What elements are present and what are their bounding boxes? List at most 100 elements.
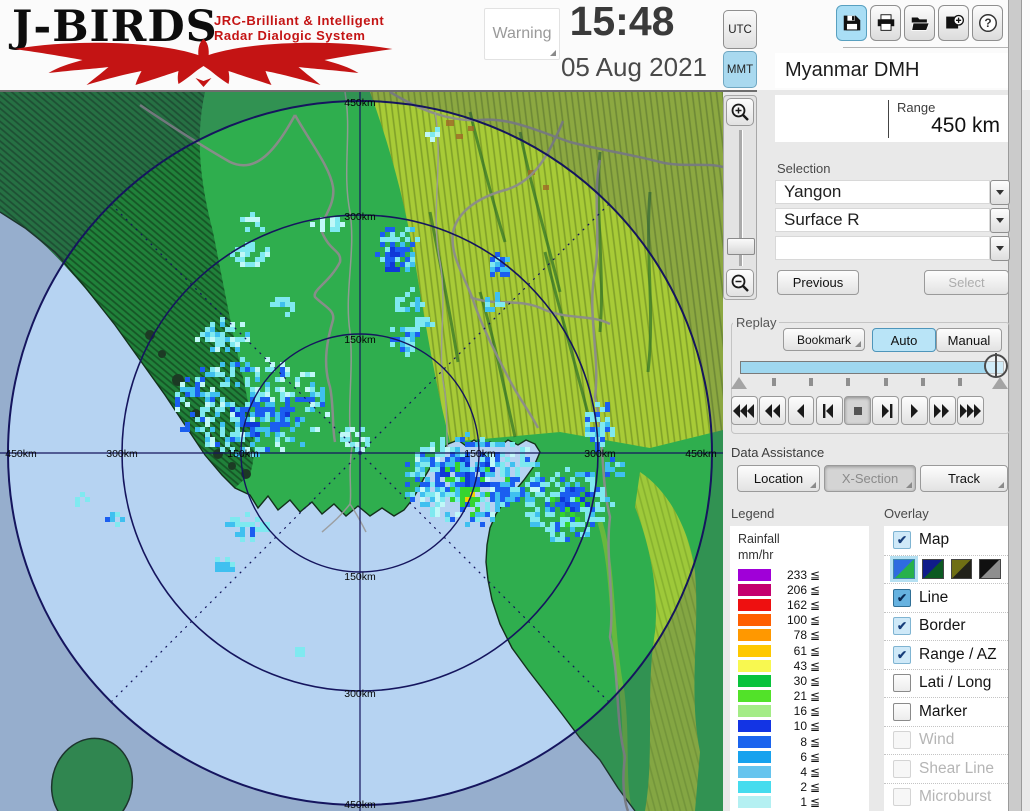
timezone-mmt-button[interactable]: MMT [723, 51, 757, 88]
logo-subtitle-line1: JRC-Brilliant & Intelligent [214, 13, 385, 28]
site-select-arrow-icon[interactable] [990, 180, 1010, 205]
product-select[interactable]: Surface R [775, 208, 990, 232]
open-file-icon[interactable] [904, 5, 935, 41]
overlay-item-label: Line [919, 588, 949, 606]
radar-map-canvas: 450km 300km 150km 150km 300km 450km 450km 300km… [0, 90, 724, 811]
overlay-item-range-az[interactable]: ✔ Range / AZ [884, 640, 1008, 669]
fast-forward-triple-icon[interactable] [957, 396, 985, 425]
overlay-item-microburst[interactable]: Microburst [884, 782, 1008, 811]
map-style-dark-terrain[interactable] [921, 559, 944, 580]
overlay-item-border[interactable]: ✔ Border [884, 611, 1008, 641]
legend-value: 21 [793, 689, 807, 704]
checkbox-icon[interactable] [893, 702, 911, 721]
range-ring-label: 150km [344, 334, 376, 346]
playback-controls [731, 396, 985, 425]
overlay-item-marker[interactable]: Marker [884, 697, 1008, 726]
legend-value: 16 [793, 704, 807, 719]
map-style-grayscale[interactable] [979, 559, 1001, 580]
overlay-item-line[interactable]: ✔ Line [884, 583, 1008, 612]
checkbox-icon[interactable]: ✔ [893, 531, 911, 550]
bookmark-button[interactable]: Bookmark [783, 328, 865, 351]
j-birds-app: J-BIRDS JRC-Brilliant & Intelligent Rada… [0, 0, 1030, 811]
checkbox-icon[interactable]: ✔ [893, 617, 911, 636]
map-style-olive[interactable] [950, 559, 973, 580]
product-select-arrow-icon[interactable] [990, 208, 1010, 233]
legend-leq-symbol: ≦ [810, 780, 821, 795]
overlay-item-label: Range / AZ [919, 645, 997, 663]
legend-row: 16 ≦ [730, 704, 869, 719]
legend-color-swatch [738, 781, 771, 794]
play-icon[interactable] [900, 396, 928, 425]
manual-mode-button[interactable]: Manual [936, 328, 1002, 352]
replay-slider-start-marker[interactable] [731, 377, 747, 389]
panel-splitter[interactable] [1008, 0, 1022, 811]
overlay-item-label: Wind [919, 731, 955, 749]
legend-leq-symbol: ≦ [810, 673, 821, 688]
legend-value: 6 [800, 749, 807, 764]
replay-slider-track[interactable] [740, 361, 1004, 374]
skip-to-end-icon[interactable] [872, 396, 900, 425]
checkbox-icon[interactable]: ✔ [893, 588, 911, 607]
overlay-item-shear-line[interactable]: Shear Line [884, 754, 1008, 783]
legend-row: 30 ≦ [730, 673, 869, 688]
print-icon[interactable] [870, 5, 901, 41]
legend-leq-symbol: ≦ [810, 689, 821, 704]
overlay-item-label: Lati / Long [919, 674, 992, 692]
legend-value: 233 [786, 567, 807, 582]
overlay-item-map[interactable]: ✔ Map [884, 526, 1008, 555]
capture-icon[interactable] [938, 5, 969, 41]
checkbox-icon[interactable] [893, 731, 911, 750]
fast-rewind-triple-icon[interactable] [731, 396, 758, 425]
extra-select-arrow-icon[interactable] [990, 236, 1010, 261]
x-section-button[interactable]: X-Section [824, 465, 916, 492]
fast-forward-icon[interactable] [928, 396, 956, 425]
clock-date: 05 Aug 2021 [560, 52, 708, 82]
range-value: 450 km [931, 114, 1000, 137]
slider-tick [772, 378, 776, 386]
help-icon[interactable]: ? [972, 5, 1003, 41]
legend-value: 8 [800, 734, 807, 749]
legend-color-swatch [738, 766, 771, 779]
replay-slider-thumb[interactable] [984, 353, 1008, 378]
step-back-icon[interactable] [787, 396, 815, 425]
map-style-terrain[interactable] [893, 559, 915, 580]
overlay-item-wind[interactable]: Wind [884, 725, 1008, 755]
zoom-slider-thumb[interactable] [727, 238, 755, 255]
previous-button[interactable]: Previous [777, 270, 859, 295]
track-button[interactable]: Track [920, 465, 1008, 492]
checkbox-icon[interactable] [893, 788, 911, 807]
overlay-item-lati-long[interactable]: Lati / Long [884, 668, 1008, 698]
data-assistance-label: Data Assistance [731, 445, 825, 460]
replay-slider-end-marker[interactable] [992, 377, 1008, 389]
slider-tick [809, 378, 813, 386]
range-display: Range 450 km [775, 95, 1008, 142]
zoom-out-icon[interactable] [726, 269, 754, 297]
skip-to-start-icon[interactable] [815, 396, 843, 425]
auto-mode-button[interactable]: Auto [872, 328, 936, 352]
radar-map[interactable]: 450km 300km 150km 150km 300km 450km 450km 300km… [0, 90, 724, 811]
location-button[interactable]: Location [737, 465, 820, 492]
select-button[interactable]: Select [924, 270, 1009, 295]
site-select[interactable]: Yangon [775, 180, 990, 204]
zoom-in-icon[interactable] [726, 98, 754, 126]
legend-unit: mm/hr [738, 548, 774, 562]
legend-row: 78 ≦ [730, 628, 869, 643]
save-icon[interactable] [836, 5, 867, 41]
legend-color-swatch [738, 583, 771, 596]
legend-row: 100 ≦ [730, 613, 869, 628]
stop-icon[interactable] [844, 396, 872, 425]
overlay-title: Overlay [884, 506, 929, 521]
legend-color-swatch [738, 674, 771, 687]
legend-color-swatch [738, 705, 771, 718]
extra-select[interactable] [775, 236, 990, 260]
checkbox-icon[interactable] [893, 759, 911, 778]
legend-row: 6 ≦ [730, 749, 869, 764]
legend-color-swatch [738, 614, 771, 627]
legend-value: 43 [793, 658, 807, 673]
checkbox-icon[interactable]: ✔ [893, 645, 911, 664]
range-ring-label: 300km [344, 211, 376, 223]
timezone-utc-button[interactable]: UTC [723, 10, 757, 49]
checkbox-icon[interactable] [893, 674, 911, 693]
legend-leq-symbol: ≦ [810, 567, 821, 582]
fast-rewind-icon[interactable] [759, 396, 787, 425]
